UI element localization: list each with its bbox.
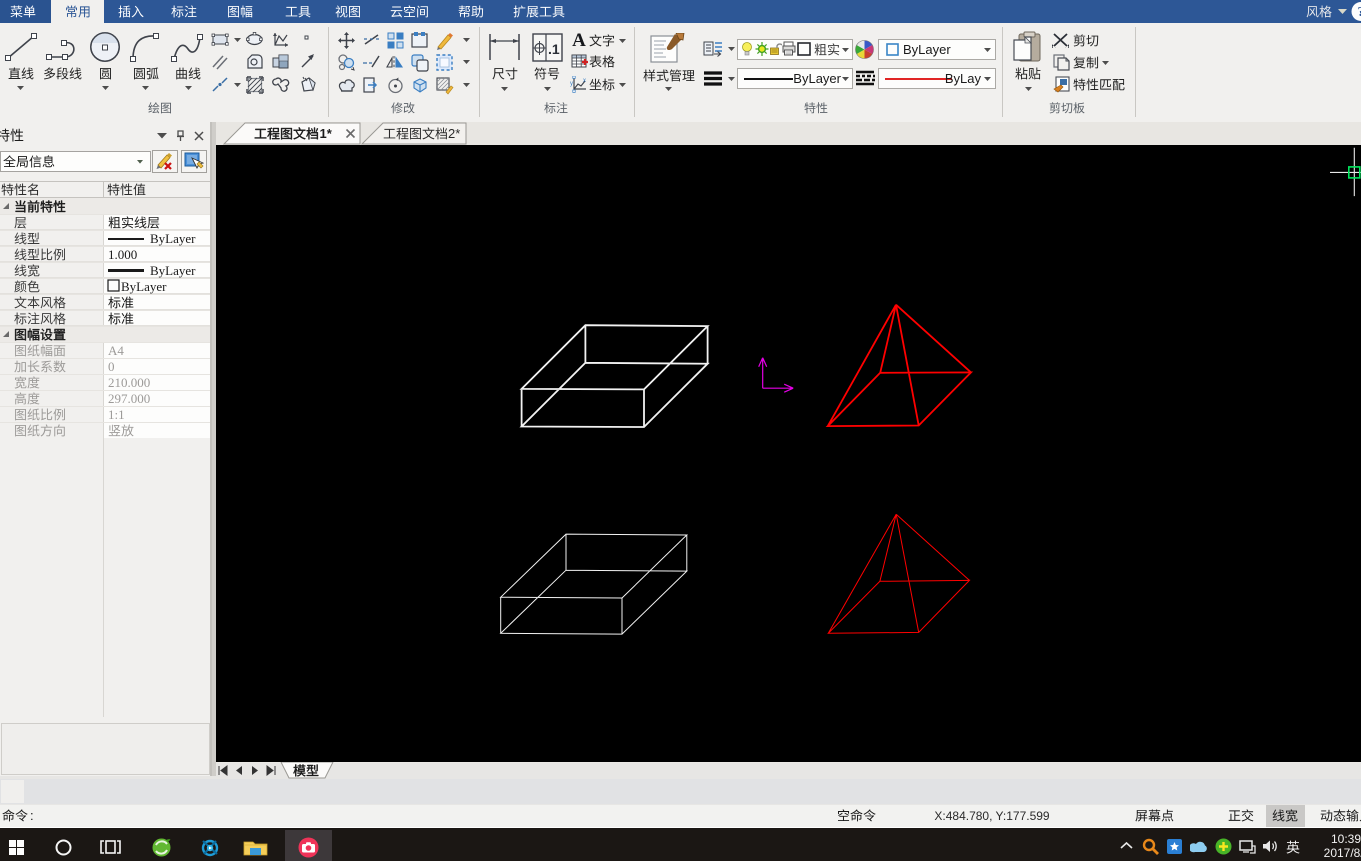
svg-text:.1: .1 (548, 41, 560, 57)
svg-text:x: x (583, 78, 586, 84)
svg-text:y: y (570, 81, 573, 87)
svg-text:?: ? (1358, 5, 1361, 20)
